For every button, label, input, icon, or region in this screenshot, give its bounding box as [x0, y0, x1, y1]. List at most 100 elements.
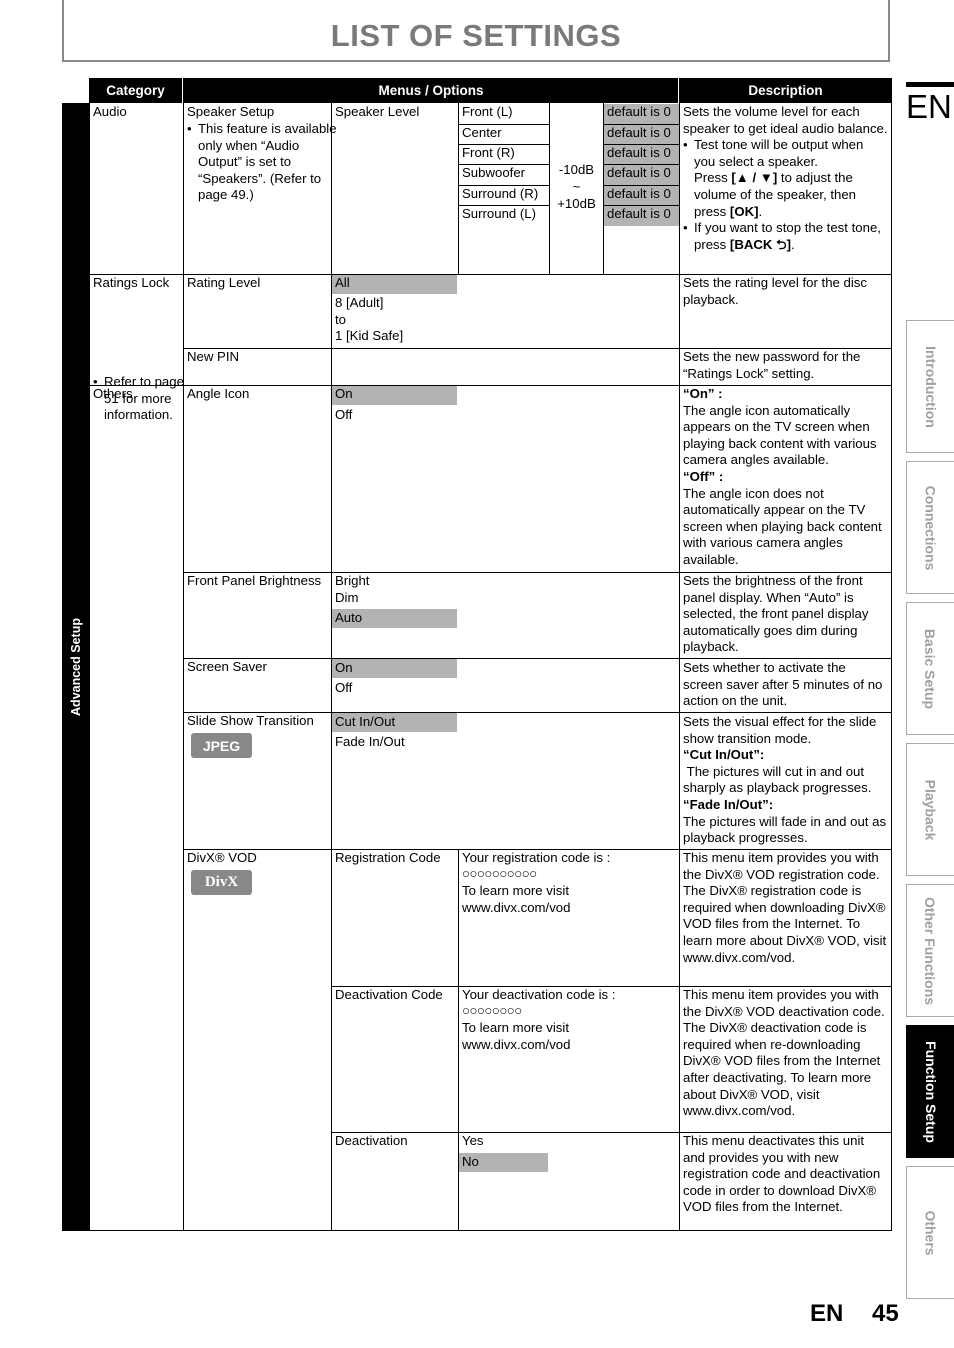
ok-key: [OK]: [729, 203, 759, 219]
tab-playback[interactable]: Playback: [906, 743, 954, 876]
lang-badge: EN: [906, 88, 952, 125]
brightness-option-bright: Bright: [335, 573, 370, 588]
default-value: default is 0: [607, 206, 671, 221]
screen-saver-description: Sets whether to activate the screen save…: [683, 660, 883, 709]
angle-option-on: On: [335, 386, 353, 401]
deactivation-line-3: To learn more visit: [462, 1020, 569, 1035]
tab-others[interactable]: Others: [906, 1166, 954, 1299]
desc-text: The pictures will cut in and out sharply…: [683, 763, 872, 796]
speaker-surround-left: Surround (L): [462, 206, 537, 221]
grid-line: [62, 1230, 892, 1231]
menu-deactivation: Deactivation: [335, 1133, 408, 1148]
header-category: Category: [89, 78, 182, 103]
grid-line: [679, 78, 680, 1231]
rating-option-to: to: [335, 312, 346, 327]
default-value: default is 0: [607, 165, 671, 180]
screensaver-option-off: Off: [335, 680, 353, 695]
category-ratings-lock: Ratings Lock: [93, 275, 170, 290]
deactivation-code-description: This menu item provides you with the Div…: [683, 987, 885, 1119]
desc-heading: “Cut In/Out”:: [683, 747, 765, 763]
page-number: 45: [872, 1300, 899, 1327]
desc-heading: “Off” :: [683, 468, 724, 484]
header-menus-options: Menus / Options: [184, 78, 678, 103]
audio-desc-text: .: [791, 236, 795, 252]
speaker-front-left: Front (L): [462, 104, 513, 119]
menu-divx-vod: DivX® VOD: [187, 850, 257, 865]
grid-line: [604, 144, 679, 145]
rating-option-all: All: [335, 275, 350, 290]
tab-label: Introduction: [922, 345, 939, 428]
audio-desc-text: Press: [694, 170, 732, 186]
desc-heading: “On” :: [683, 386, 723, 401]
tab-function-setup[interactable]: Function Setup: [906, 1025, 954, 1158]
audio-desc-text: Test tone will be output when you select…: [694, 137, 864, 169]
grid-line: [458, 849, 459, 1231]
grid-line: [458, 103, 459, 274]
grid-line: [604, 205, 679, 206]
brightness-option-auto: Auto: [335, 610, 363, 625]
tab-connections[interactable]: Connections: [906, 461, 954, 594]
audio-desc-text: .: [758, 203, 763, 219]
speaker-center: Center: [462, 125, 502, 140]
menu-speaker-setup: Speaker Setup: [187, 104, 275, 119]
grid-line: [183, 658, 891, 659]
tab-label: Function Setup: [922, 1040, 939, 1143]
grid-line: [891, 78, 892, 1231]
desc-text: The pictures will fade in and out as pla…: [683, 813, 887, 846]
default-value: default is 0: [607, 125, 671, 140]
tab-basic-setup[interactable]: Basic Setup: [906, 602, 954, 735]
registration-line-1: Your registration code is :: [462, 850, 611, 865]
menu-slide-show-transition: Slide Show Transition: [187, 713, 314, 728]
range-min: -10dB: [558, 162, 595, 177]
tab-other-functions[interactable]: Other Functions: [906, 884, 954, 1017]
menu-deactivation-code: Deactivation Code: [335, 987, 443, 1002]
deactivation-url: www.divx.com/vod: [462, 1037, 571, 1052]
desc-text: Sets the visual effect for the slide sho…: [683, 714, 877, 746]
default-value: default is 0: [607, 145, 671, 160]
slide-show-description: Sets the visual effect for the slide sho…: [683, 714, 888, 847]
range-separator: ~: [572, 179, 581, 194]
deactivation-option-no: No: [462, 1154, 479, 1169]
audio-desc-bullet-2: If you want to stop the test tone, press…: [683, 220, 888, 253]
tab-label: Playback: [922, 779, 939, 840]
tab-label: Other Functions: [922, 896, 939, 1005]
grid-line: [604, 164, 679, 165]
deactivation-code-value: ○○○○○○○○: [462, 1003, 522, 1018]
brightness-option-dim: Dim: [335, 590, 359, 605]
registration-url: www.divx.com/vod: [462, 900, 571, 915]
category-audio: Audio: [93, 104, 127, 119]
registration-code-value: ○○○○○○○○○○: [462, 866, 537, 881]
speaker-setup-note: This feature is available only when “Aud…: [187, 121, 338, 204]
registration-line-3: To learn more visit: [462, 883, 569, 898]
default-value: default is 0: [607, 186, 671, 201]
section-label-text: Advanced Setup: [68, 618, 83, 716]
jpeg-badge-icon: JPEG: [191, 733, 252, 758]
rating-level-description: Sets the rating level for the disc playb…: [683, 275, 867, 307]
angle-option-off: Off: [335, 407, 353, 422]
slideshow-option-fade: Fade In/Out: [335, 734, 405, 749]
audio-desc-intro: Sets the volume level for each speaker t…: [683, 104, 888, 136]
registration-description: This menu item provides you with the Div…: [683, 850, 887, 965]
category-others: Others: [93, 386, 133, 401]
desc-heading: “Fade In/Out”:: [683, 796, 774, 812]
angle-icon-description: “On” : The angle icon automatically appe…: [683, 386, 888, 569]
page-title: LIST OF SETTINGS: [330, 18, 622, 53]
deactivation-line-1: Your deactivation code is :: [462, 987, 616, 1002]
tab-introduction[interactable]: Introduction: [906, 320, 954, 453]
header-description: Description: [680, 78, 891, 103]
audio-description: Sets the volume level for each speaker t…: [683, 104, 888, 253]
desc-text: The angle icon does not automatically ap…: [683, 485, 882, 567]
rating-option-adult: 8 [Adult]: [335, 295, 384, 310]
new-pin-description: Sets the new password for the “Ratings L…: [683, 349, 861, 381]
menu-angle-icon: Angle Icon: [187, 386, 250, 401]
menu-registration-code: Registration Code: [335, 850, 441, 865]
default-value: default is 0: [607, 104, 671, 119]
divx-badge-icon: DivX: [191, 870, 252, 895]
menu-rating-level: Rating Level: [187, 275, 261, 290]
speaker-subwoofer: Subwoofer: [462, 165, 526, 180]
desc-text: The angle icon automatically appears on …: [683, 402, 877, 468]
grid-line: [183, 78, 184, 1231]
speaker-surround-right: Surround (R): [462, 186, 539, 201]
section-label: Advanced Setup: [62, 103, 89, 1231]
lang-bar: [906, 82, 954, 87]
